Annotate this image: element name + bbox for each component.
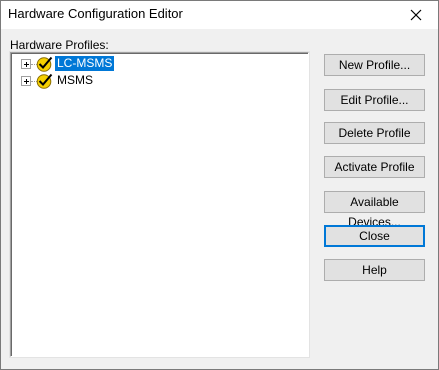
dialog-body: Hardware Profiles: LC-MSMS MSMS New Prof… bbox=[1, 29, 438, 369]
hardware-profiles-label: Hardware Profiles: bbox=[10, 38, 109, 52]
hardware-profiles-tree[interactable]: LC-MSMS MSMS bbox=[9, 51, 310, 358]
active-check-icon bbox=[36, 73, 53, 89]
tree-item-msms[interactable]: MSMS bbox=[11, 73, 301, 89]
title-bar[interactable]: Hardware Configuration Editor bbox=[1, 1, 438, 29]
available-devices-button[interactable]: Available Devices... bbox=[324, 191, 425, 229]
tree-item-lc-msms[interactable]: LC-MSMS bbox=[11, 56, 301, 72]
help-button[interactable]: Help bbox=[324, 259, 425, 281]
window-title: Hardware Configuration Editor bbox=[8, 6, 183, 21]
expand-icon[interactable] bbox=[21, 76, 31, 86]
close-icon bbox=[410, 9, 422, 21]
active-check-icon bbox=[36, 56, 53, 72]
close-window-button[interactable] bbox=[394, 1, 438, 29]
new-profile-button[interactable]: New Profile... bbox=[324, 54, 425, 76]
delete-profile-button[interactable]: Delete Profile bbox=[324, 122, 425, 144]
hardware-configuration-editor-window: Hardware Configuration Editor Hardware P… bbox=[0, 0, 439, 370]
activate-profile-button[interactable]: Activate Profile bbox=[324, 156, 425, 178]
tree-item-label: MSMS bbox=[57, 73, 93, 87]
expand-icon[interactable] bbox=[21, 59, 31, 69]
close-button[interactable]: Close bbox=[324, 225, 425, 247]
edit-profile-button[interactable]: Edit Profile... bbox=[324, 89, 425, 111]
tree-item-label: LC-MSMS bbox=[55, 56, 115, 71]
